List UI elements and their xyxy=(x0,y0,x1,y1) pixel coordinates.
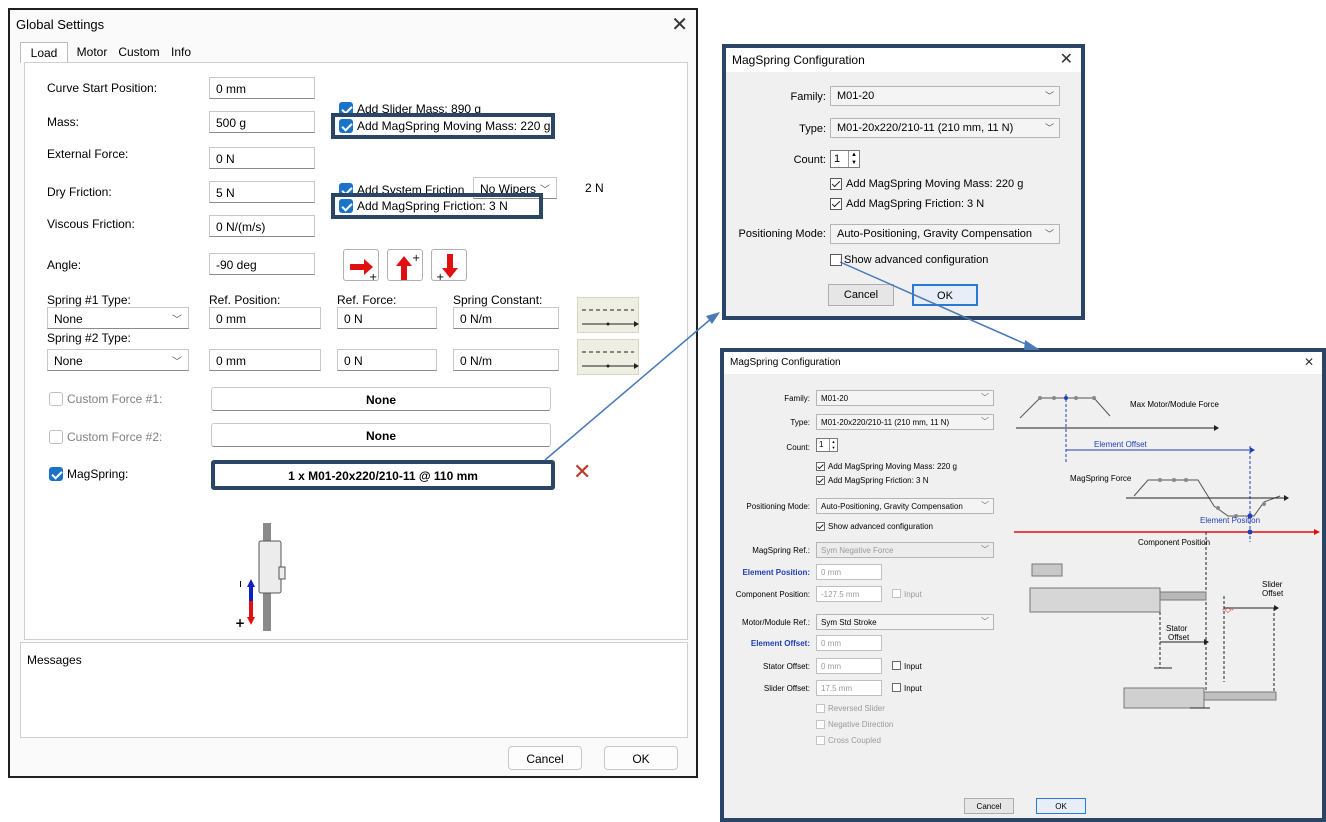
arrowhead-icon xyxy=(1024,340,1040,350)
connector-arrows xyxy=(544,261,1040,461)
connector-line-main xyxy=(544,317,713,461)
connector-line-advanced xyxy=(839,261,1031,347)
